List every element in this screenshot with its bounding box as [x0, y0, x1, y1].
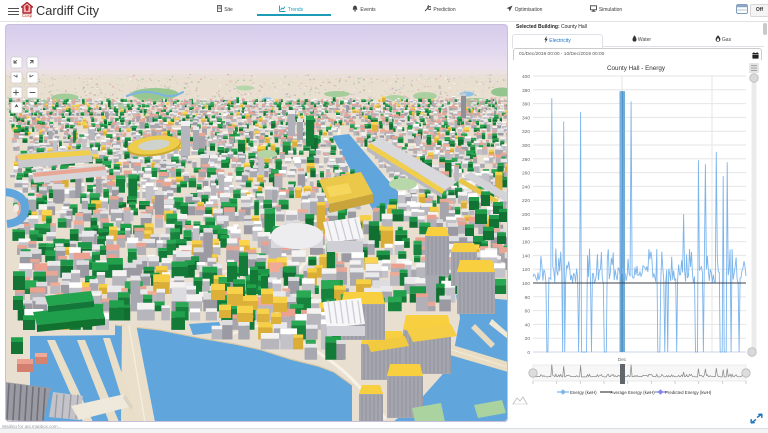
- svg-text:240: 240: [522, 184, 530, 190]
- svg-text:320: 320: [522, 129, 530, 135]
- svg-text:County Hall - Energy: County Hall - Energy: [607, 65, 666, 72]
- svg-text:380: 380: [522, 88, 530, 94]
- svg-text:180: 180: [522, 226, 530, 232]
- svg-text:Predicted Energy (kwH): Predicted Energy (kwH): [665, 390, 712, 395]
- svg-text:360: 360: [522, 102, 530, 108]
- svg-text:400: 400: [522, 74, 530, 80]
- svg-text:280: 280: [522, 157, 530, 163]
- svg-text:200: 200: [522, 212, 530, 218]
- svg-text:100: 100: [522, 281, 530, 287]
- svg-text:20: 20: [525, 336, 531, 342]
- svg-text:140: 140: [522, 253, 530, 259]
- svg-text:160: 160: [522, 240, 530, 246]
- svg-text:0: 0: [527, 350, 530, 356]
- svg-text:340: 340: [522, 115, 530, 121]
- svg-text:300: 300: [522, 143, 530, 149]
- svg-text:120: 120: [522, 267, 530, 273]
- svg-text:80: 80: [525, 295, 531, 301]
- svg-text:60: 60: [525, 309, 531, 315]
- svg-text:220: 220: [522, 198, 530, 204]
- svg-text:Dec: Dec: [618, 357, 627, 363]
- svg-text:260: 260: [522, 171, 530, 177]
- svg-text:Average Energy (kwH): Average Energy (kwH): [611, 390, 656, 395]
- svg-text:Energy (kwH): Energy (kwH): [570, 390, 597, 395]
- svg-text:40: 40: [525, 322, 531, 328]
